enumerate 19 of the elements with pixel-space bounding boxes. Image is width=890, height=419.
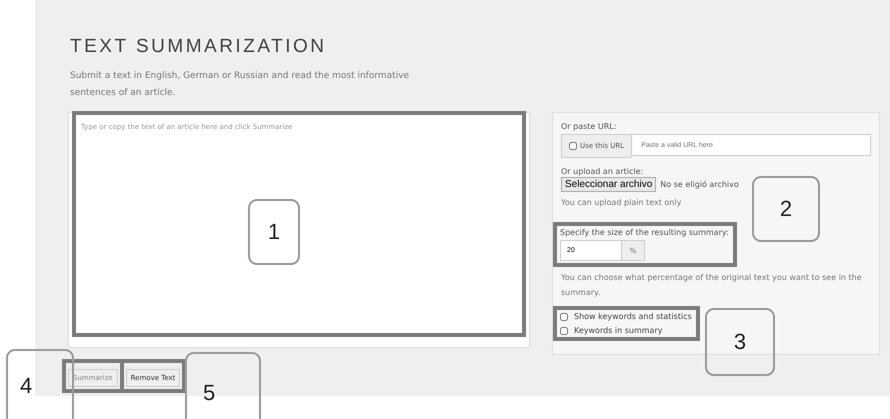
callout-number: 1 bbox=[248, 199, 300, 265]
page-title: TEXT SUMMARIZATION bbox=[70, 36, 328, 58]
upload-hint: You can upload plain text only bbox=[561, 197, 682, 209]
file-status: No se eligió archivo bbox=[660, 180, 739, 189]
url-label: Or paste URL: bbox=[561, 122, 616, 131]
option-label: Keywords in summary bbox=[574, 326, 662, 335]
callout-number: 5 bbox=[185, 352, 261, 419]
option-checkbox[interactable] bbox=[560, 326, 568, 334]
use-url-checkbox[interactable] bbox=[569, 142, 577, 150]
choose-file-button[interactable]: Seleccionar archivo bbox=[561, 177, 656, 192]
callout-number: 2 bbox=[752, 176, 820, 242]
size-label: Specify the size of the resulting summary: bbox=[560, 228, 729, 237]
option-label: Show keywords and statistics bbox=[574, 312, 692, 321]
option-checkbox[interactable] bbox=[560, 312, 568, 320]
description: Submit a text in English, German or Russian and read the most informative sentences of an article. bbox=[70, 70, 410, 100]
callout-number: 3 bbox=[705, 308, 775, 376]
size-hint: You can choose what percentage of the original text you want to see in the summary. bbox=[561, 272, 863, 299]
upload-label: Or upload an article: bbox=[561, 167, 644, 176]
callout-number: 4 bbox=[6, 349, 74, 419]
